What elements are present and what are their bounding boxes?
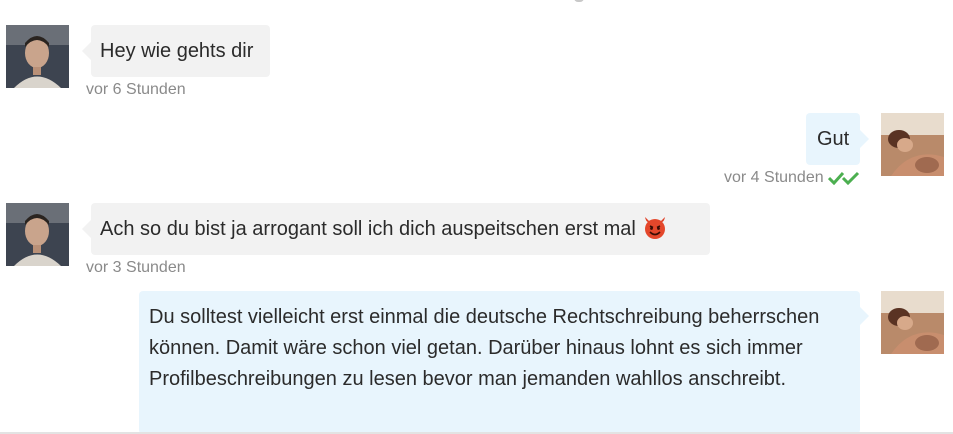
female-profile-photo [881, 113, 944, 176]
message-text: Hey wie gehts dir [100, 40, 254, 62]
message-text-row: Ach so du bist ja arrogant soll ich dich… [100, 214, 668, 250]
message-text: Du solltest vielleicht erst einmal die d… [149, 306, 820, 390]
message-timestamp: vor 3 Stunden [86, 259, 186, 276]
message-bubble-outgoing: Du solltest vielleicht erst einmal die d… [139, 291, 869, 434]
message-text: Gut [817, 128, 850, 150]
message-bubble-incoming: Hey wie gehts dir [82, 25, 270, 77]
message-bubble-incoming: Ach so du bist ja arrogant soll ich dich… [82, 203, 710, 255]
smiling-devil-icon [642, 214, 668, 250]
message-timestamp: vor 4 Stunden [724, 169, 860, 190]
own-avatar[interactable] [881, 113, 944, 176]
previous-timestamp-fragment [574, 0, 584, 2]
male-profile-photo [6, 203, 69, 266]
message-timestamp: vor 6 Stunden [86, 81, 186, 98]
message-bubble-outgoing: Gut [806, 113, 869, 165]
read-receipt-double-check-icon [827, 171, 860, 190]
timestamp-text: vor 4 Stunden [724, 169, 824, 186]
sender-avatar[interactable] [6, 25, 69, 88]
sender-avatar[interactable] [6, 203, 69, 266]
female-profile-photo [881, 291, 944, 354]
message-text: Ach so du bist ja arrogant soll ich dich… [100, 218, 636, 240]
male-profile-photo [6, 25, 69, 88]
own-avatar[interactable] [881, 291, 944, 354]
